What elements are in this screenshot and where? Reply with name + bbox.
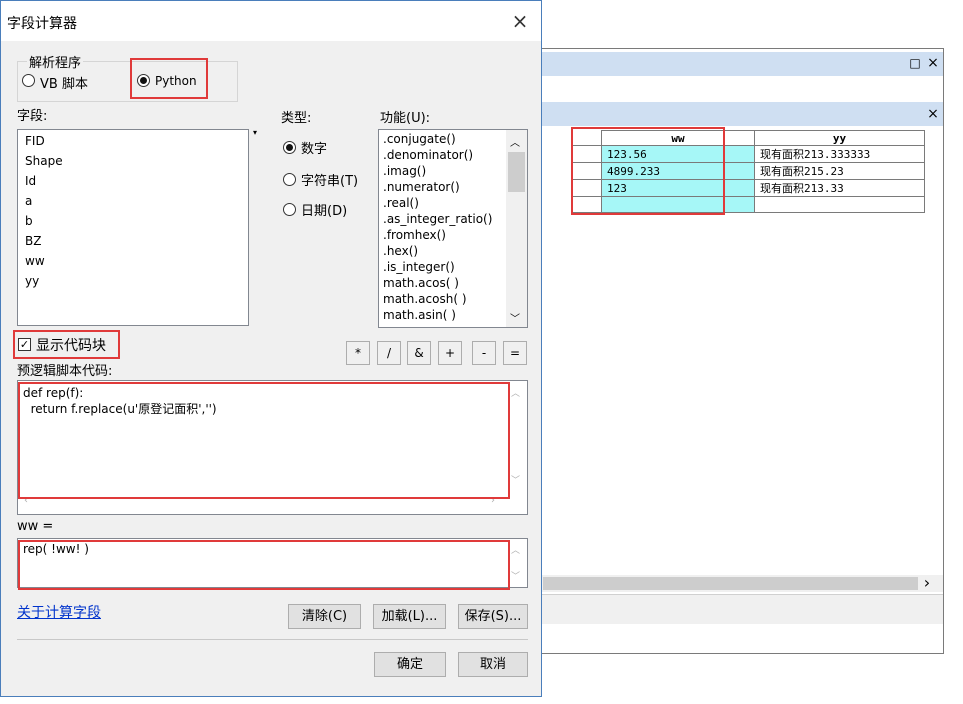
field-dropdown-icon[interactable]: ▾ (253, 128, 257, 137)
horizontal-scrollbar[interactable] (541, 575, 943, 592)
expression-label: ww = (17, 519, 54, 534)
ok-button[interactable]: 确定 (374, 652, 446, 677)
field-item[interactable]: a (25, 194, 32, 208)
function-item[interactable]: .denominator() (383, 148, 473, 162)
fields-list[interactable]: FID Shape Id a b BZ ww yy (17, 129, 249, 326)
pin-icon[interactable]: □ (907, 55, 923, 71)
operator-button[interactable]: * (346, 341, 370, 365)
scroll-right-icon[interactable]: › (917, 575, 937, 592)
scrollbar-thumb[interactable] (508, 152, 525, 192)
python-label: Python (155, 74, 197, 88)
cell-yy[interactable]: 现有面积213.33 (754, 179, 925, 197)
function-item[interactable]: .numerator() (383, 180, 460, 194)
vb-script-radio[interactable] (22, 74, 35, 87)
scroll-up-icon[interactable]: ︿ (510, 134, 520, 149)
operator-button[interactable]: - (472, 341, 496, 365)
expression-highlight (18, 540, 510, 590)
scroll-down-icon[interactable]: ﹀ (510, 310, 520, 325)
python-radio[interactable] (137, 74, 150, 87)
function-item[interactable]: .is_integer() (383, 260, 455, 274)
close-icon[interactable]: × (506, 7, 534, 35)
operator-button[interactable]: & (407, 341, 431, 365)
field-calculator-dialog: 字段计算器 × 解析程序 VB 脚本 Python 字段: FID Shape Id… (0, 0, 542, 697)
function-item[interactable]: math.acosh( ) (383, 292, 467, 306)
dialog-title-bar: 字段计算器 × (1, 1, 541, 41)
window-title-bar (541, 52, 943, 76)
cell-yy[interactable]: 现有面积213.333333 (754, 145, 925, 163)
prelogic-label: 预逻辑脚本代码: (17, 364, 113, 379)
function-item[interactable]: math.acos( ) (383, 276, 459, 290)
cell-yy[interactable]: 现有面积215.23 (754, 162, 925, 180)
show-codeblock-checkbox[interactable]: ✓ (18, 338, 31, 351)
fields-label: 字段: (17, 109, 48, 124)
field-item[interactable]: Id (25, 174, 36, 188)
function-item[interactable]: .hex() (383, 244, 418, 258)
parser-legend: 解析程序 (27, 52, 84, 71)
dialog-title: 字段计算器 (7, 16, 77, 32)
close-icon[interactable]: × (925, 55, 941, 71)
scroll-up-icon[interactable]: ︿ (511, 543, 520, 556)
scrollbar-thumb[interactable] (543, 577, 918, 590)
table-tab-bar (541, 102, 943, 126)
scroll-down-icon[interactable]: ﹀ (511, 473, 520, 486)
scroll-down-icon[interactable]: ﹀ (511, 569, 520, 582)
functions-scrollbar[interactable]: ︿ ﹀ (506, 130, 527, 327)
table-close-icon[interactable]: × (925, 106, 941, 122)
field-item[interactable]: FID (25, 134, 45, 148)
save-button[interactable]: 保存(S)... (458, 604, 528, 629)
operator-button[interactable]: + (438, 341, 462, 365)
type-string-radio[interactable] (283, 173, 296, 186)
clear-button[interactable]: 清除(C) (288, 604, 361, 629)
field-item[interactable]: yy (25, 274, 39, 288)
divider (17, 639, 528, 640)
function-item[interactable]: .conjugate() (383, 132, 456, 146)
scroll-up-icon[interactable]: ︿ (511, 386, 520, 399)
function-item[interactable]: .as_integer_ratio() (383, 212, 492, 226)
function-item[interactable]: .imag() (383, 164, 426, 178)
cell-yy[interactable] (754, 196, 925, 213)
ww-column-highlight (571, 127, 725, 215)
functions-label: 功能(U): (380, 111, 431, 126)
type-string-label: 字符串(T) (301, 174, 359, 189)
operator-button[interactable]: / (377, 341, 401, 365)
prelogic-highlight (18, 382, 510, 499)
operator-button[interactable]: = (503, 341, 527, 365)
field-item[interactable]: Shape (25, 154, 63, 168)
type-number-radio[interactable] (283, 141, 296, 154)
toolbar-area (541, 76, 943, 102)
field-item[interactable]: BZ (25, 234, 41, 248)
type-date-radio[interactable] (283, 203, 296, 216)
type-number-label: 数字 (301, 142, 328, 157)
about-calculate-field-link[interactable]: 关于计算字段 (17, 602, 101, 622)
show-codeblock-label: 显示代码块 (36, 338, 106, 354)
attribute-table-window: □ × × ww yy 123.56 现有面积213.333333 4899.233 现有… (540, 48, 944, 654)
status-area (541, 594, 943, 624)
type-date-label: 日期(D) (301, 204, 348, 219)
function-item[interactable]: .real() (383, 196, 419, 210)
load-button[interactable]: 加载(L)... (373, 604, 446, 629)
column-header-yy[interactable]: yy (754, 130, 925, 146)
cancel-button[interactable]: 取消 (458, 652, 528, 677)
field-item[interactable]: ww (25, 254, 45, 268)
field-item[interactable]: b (25, 214, 33, 228)
function-item[interactable]: .fromhex() (383, 228, 446, 242)
vb-script-label: VB 脚本 (40, 77, 88, 92)
function-item[interactable]: math.asin( ) (383, 308, 456, 322)
type-label: 类型: (281, 111, 312, 126)
